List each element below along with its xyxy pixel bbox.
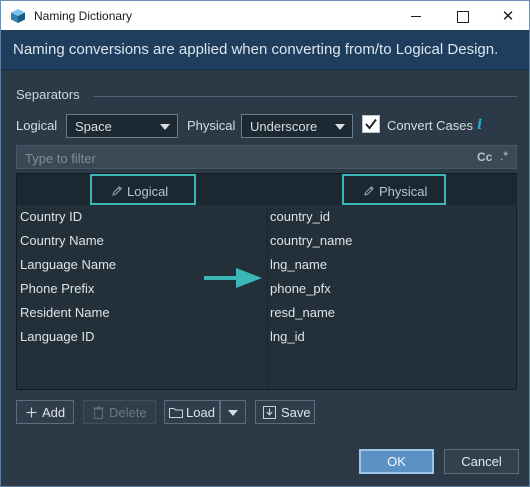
- checkmark-icon: [365, 118, 377, 130]
- chevron-down-icon: [335, 124, 345, 130]
- folder-icon: [169, 408, 183, 418]
- add-button[interactable]: Add: [16, 400, 74, 424]
- plus-icon: [26, 407, 37, 418]
- banner-text: Naming conversions are applied when conv…: [13, 41, 499, 58]
- physical-separator-value: Underscore: [250, 119, 318, 134]
- physical-cell[interactable]: resd_name: [270, 305, 335, 320]
- dialog-body: Naming conversions are applied when conv…: [0, 30, 530, 487]
- logical-cell[interactable]: Country ID: [20, 209, 82, 224]
- database-cube-icon: [10, 8, 26, 24]
- close-icon: ✕: [501, 8, 515, 25]
- logical-cell[interactable]: Language ID: [20, 329, 94, 344]
- logical-column-header[interactable]: Logical: [17, 174, 267, 205]
- pencil-icon: [112, 186, 122, 196]
- table-row[interactable]: Language Name lng_name: [17, 253, 516, 277]
- physical-cell[interactable]: phone_pfx: [270, 281, 331, 296]
- filter-placeholder: Type to filter: [25, 151, 96, 166]
- minimize-button[interactable]: [393, 1, 439, 31]
- maximize-button[interactable]: [439, 1, 485, 31]
- naming-table: Logical Physical Country ID country_id C…: [16, 173, 517, 390]
- separators-heading: Separators: [16, 87, 80, 102]
- physical-column-header[interactable]: Physical: [267, 174, 517, 205]
- table-row[interactable]: Resident Name resd_name: [17, 301, 516, 325]
- trash-icon: [93, 406, 104, 419]
- physical-separator-select[interactable]: Underscore: [241, 114, 353, 138]
- physical-separator-label: Physical: [187, 118, 236, 133]
- logical-separator-label: Logical: [16, 118, 58, 133]
- section-divider: [93, 96, 517, 97]
- ok-button[interactable]: OK: [359, 449, 434, 474]
- convert-cases-label: Convert Cases: [387, 118, 473, 133]
- arrow-right-icon: [204, 268, 262, 288]
- info-banner: Naming conversions are applied when conv…: [1, 30, 529, 70]
- load-button-label: Load: [186, 405, 215, 420]
- save-icon: [263, 406, 276, 419]
- pencil-icon: [364, 186, 374, 196]
- table-body: Country ID country_id Country Name count…: [17, 205, 516, 389]
- add-button-label: Add: [42, 405, 66, 420]
- load-button[interactable]: Load: [164, 400, 220, 424]
- title-bar: Naming Dictionary ✕: [0, 0, 530, 30]
- logical-header-label: Logical: [127, 184, 169, 199]
- delete-button[interactable]: Delete: [83, 400, 156, 424]
- physical-cell[interactable]: country_id: [270, 209, 330, 224]
- physical-header-label: Physical: [379, 184, 428, 199]
- logical-separator-select[interactable]: Space: [66, 114, 178, 138]
- match-case-toggle[interactable]: Cc: [477, 150, 492, 164]
- load-options-dropdown[interactable]: [220, 400, 246, 424]
- table-row[interactable]: Phone Prefix phone_pfx: [17, 277, 516, 301]
- filter-input[interactable]: Type to filter Cc .*: [16, 145, 517, 169]
- table-row[interactable]: Country ID country_id: [17, 205, 516, 229]
- close-window-button[interactable]: ✕: [485, 1, 530, 31]
- physical-header-highlight: Physical: [342, 174, 446, 205]
- physical-cell[interactable]: country_name: [270, 233, 352, 248]
- logical-header-highlight: Logical: [90, 174, 196, 205]
- info-icon[interactable]: i: [477, 117, 482, 133]
- window-title: Naming Dictionary: [34, 9, 133, 23]
- regex-toggle[interactable]: .*: [500, 149, 508, 163]
- convert-cases-checkbox[interactable]: [362, 115, 380, 133]
- logical-cell[interactable]: Country Name: [20, 233, 104, 248]
- physical-cell[interactable]: lng_name: [270, 257, 327, 272]
- table-row[interactable]: Language ID lng_id: [17, 325, 516, 349]
- logical-cell[interactable]: Resident Name: [20, 305, 110, 320]
- logical-separator-value: Space: [75, 119, 112, 134]
- save-button-label: Save: [281, 405, 311, 420]
- delete-button-label: Delete: [109, 405, 147, 420]
- logical-cell[interactable]: Language Name: [20, 257, 116, 272]
- physical-cell[interactable]: lng_id: [270, 329, 305, 344]
- chevron-down-icon: [228, 410, 238, 416]
- logical-cell[interactable]: Phone Prefix: [20, 281, 94, 296]
- chevron-down-icon: [160, 124, 170, 130]
- save-button[interactable]: Save: [255, 400, 315, 424]
- cancel-button[interactable]: Cancel: [444, 449, 519, 474]
- table-row[interactable]: Country Name country_name: [17, 229, 516, 253]
